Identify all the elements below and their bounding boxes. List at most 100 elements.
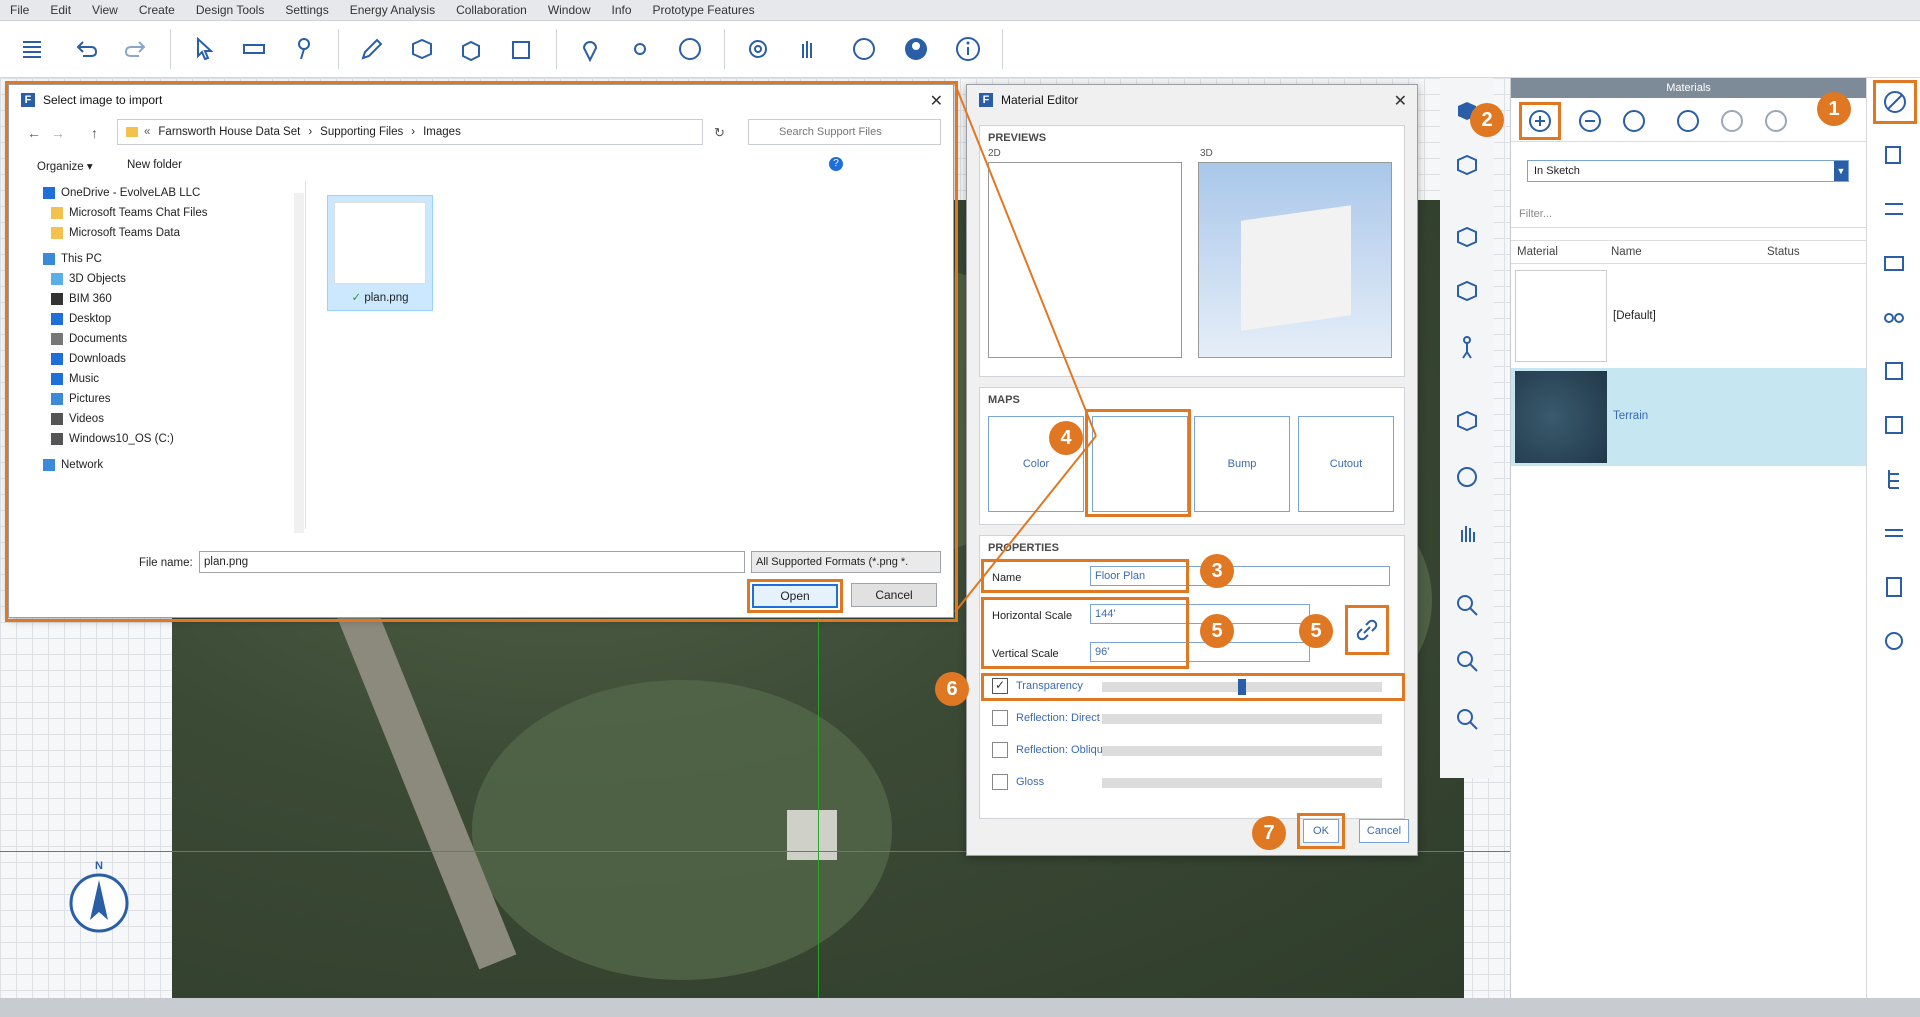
nav-tree-item[interactable]: Network xyxy=(43,459,103,471)
menu-item[interactable]: View xyxy=(92,3,118,17)
layers-icon[interactable] xyxy=(14,31,50,67)
user-icon[interactable] xyxy=(898,31,934,67)
location-icon[interactable] xyxy=(572,31,608,67)
zoom-icon[interactable] xyxy=(1454,592,1480,618)
styles-panel-icon[interactable] xyxy=(1881,520,1907,546)
add-material-button[interactable] xyxy=(1519,102,1561,140)
reflection-oblique-slider[interactable] xyxy=(1102,746,1382,756)
file-item[interactable]: ✓ plan.png xyxy=(327,195,433,311)
filter-input[interactable]: Filter... xyxy=(1511,202,1867,228)
redo-icon[interactable] xyxy=(118,31,154,67)
nav-tree-item[interactable]: Microsoft Teams Chat Files xyxy=(51,207,207,219)
menu-item[interactable]: Settings xyxy=(285,3,328,17)
zoom-extents-icon[interactable] xyxy=(1454,706,1480,732)
scope-dropdown[interactable]: In Sketch ▼ xyxy=(1527,160,1849,182)
breadcrumb-item[interactable]: Supporting Files xyxy=(320,126,403,138)
gloss-slider[interactable] xyxy=(1102,778,1382,788)
box-icon[interactable] xyxy=(404,31,440,67)
open-button[interactable]: Open xyxy=(752,584,838,608)
help-icon[interactable]: ? xyxy=(829,157,843,171)
menu-item[interactable]: Design Tools xyxy=(196,3,264,17)
forward-icon[interactable]: → xyxy=(51,125,65,141)
menu-item[interactable]: File xyxy=(10,3,29,17)
nav-tree-item[interactable]: Desktop xyxy=(51,313,111,325)
menu-item[interactable]: Create xyxy=(139,3,175,17)
nav-tree-item[interactable]: Pictures xyxy=(51,393,111,405)
organize-button[interactable]: Organize ▾ xyxy=(37,159,93,173)
settings-icon[interactable] xyxy=(740,31,776,67)
import-material-button[interactable] xyxy=(1675,108,1701,137)
scene-panel-icon[interactable] xyxy=(1881,358,1907,384)
walk-icon[interactable] xyxy=(1454,334,1480,360)
nav-tree-item[interactable]: Microsoft Teams Data xyxy=(51,227,180,239)
column-material[interactable]: Material xyxy=(1517,246,1558,258)
properties-panel-icon[interactable] xyxy=(1881,196,1907,222)
cancel-button[interactable]: Cancel xyxy=(851,583,937,607)
zoom-window-icon[interactable] xyxy=(1454,648,1480,674)
refresh-button[interactable] xyxy=(1719,108,1745,137)
breadcrumb-item[interactable]: Farnsworth House Data Set xyxy=(158,126,300,138)
info-icon[interactable] xyxy=(950,31,986,67)
component-icon[interactable] xyxy=(504,31,540,67)
column-name[interactable]: Name xyxy=(1611,246,1642,258)
filename-field[interactable]: plan.png xyxy=(199,551,745,573)
menu-item[interactable]: Window xyxy=(548,3,591,17)
gloss-checkbox[interactable] xyxy=(992,774,1008,790)
nav-tree-item[interactable]: OneDrive - EvolveLAB LLC xyxy=(43,187,200,199)
pin-tool-icon[interactable] xyxy=(286,31,322,67)
section-box-icon[interactable] xyxy=(1454,408,1480,434)
sheets-panel-icon[interactable] xyxy=(1881,574,1907,600)
menu-item[interactable]: Collaboration xyxy=(456,3,527,17)
menu-item[interactable]: Info xyxy=(612,3,632,17)
breadcrumb[interactable]: « Farnsworth House Data Set › Supporting … xyxy=(117,119,703,145)
rotate-view-icon[interactable] xyxy=(1454,464,1480,490)
tree-scrollbar[interactable] xyxy=(294,193,304,533)
nav-tree-item[interactable]: BIM 360 xyxy=(51,293,112,305)
pan-icon[interactable] xyxy=(1454,520,1480,546)
nav-tree-item[interactable]: 3D Objects xyxy=(51,273,126,285)
materials-panel-button[interactable] xyxy=(1873,80,1917,124)
eyedropper-button[interactable] xyxy=(1621,108,1647,137)
menu-item[interactable]: Edit xyxy=(50,3,71,17)
vr-panel-icon[interactable] xyxy=(1881,304,1907,330)
back-icon[interactable]: ← xyxy=(27,125,41,141)
add-box-icon[interactable] xyxy=(454,31,490,67)
map-bump[interactable]: Bump xyxy=(1194,416,1290,512)
reflection-direct-slider[interactable] xyxy=(1102,714,1382,724)
select-icon[interactable] xyxy=(186,31,222,67)
search-input[interactable]: Search Support Files xyxy=(748,119,941,145)
column-status[interactable]: Status xyxy=(1767,246,1800,258)
undo-icon[interactable] xyxy=(68,31,104,67)
menu-item[interactable]: Prototype Features xyxy=(653,3,755,17)
edit-material-button[interactable] xyxy=(1763,108,1789,137)
reflection-direct-checkbox[interactable] xyxy=(992,710,1008,726)
editor-cancel-button[interactable]: Cancel xyxy=(1359,819,1409,843)
hierarchy-panel-icon[interactable] xyxy=(1881,466,1907,492)
share-icon[interactable] xyxy=(846,31,882,67)
orbit-icon[interactable] xyxy=(1454,224,1480,250)
map-cutout[interactable]: Cutout xyxy=(1298,416,1394,512)
reflection-oblique-checkbox[interactable] xyxy=(992,742,1008,758)
section-panel-icon[interactable] xyxy=(1881,412,1907,438)
settings-panel-icon[interactable] xyxy=(1881,628,1907,654)
nav-tree-item[interactable]: Downloads xyxy=(51,353,126,365)
new-folder-button[interactable]: New folder xyxy=(127,159,182,171)
close-icon[interactable]: ✕ xyxy=(930,91,943,111)
sun-icon[interactable] xyxy=(622,31,658,67)
table-row[interactable]: [Default] xyxy=(1511,268,1867,364)
close-icon[interactable]: ✕ xyxy=(1394,91,1407,111)
nav-tree-item[interactable]: This PC xyxy=(43,253,102,265)
link-scale-button[interactable] xyxy=(1345,605,1389,655)
snapshot-panel-icon[interactable] xyxy=(1881,250,1907,276)
nav-tree-item[interactable]: Documents xyxy=(51,333,127,345)
nav-tree-item[interactable]: Music xyxy=(51,373,99,385)
nav-tree-item[interactable]: Videos xyxy=(51,413,104,425)
breadcrumb-item[interactable]: Images xyxy=(423,126,461,138)
iso-view-icon[interactable] xyxy=(1454,152,1480,178)
ok-button[interactable]: OK xyxy=(1303,819,1339,843)
up-icon[interactable]: ↑ xyxy=(91,125,98,141)
refresh-icon[interactable]: ↻ xyxy=(714,125,725,141)
pencil-icon[interactable] xyxy=(354,31,390,67)
measure-icon[interactable] xyxy=(236,31,272,67)
perspective-icon[interactable] xyxy=(1454,278,1480,304)
